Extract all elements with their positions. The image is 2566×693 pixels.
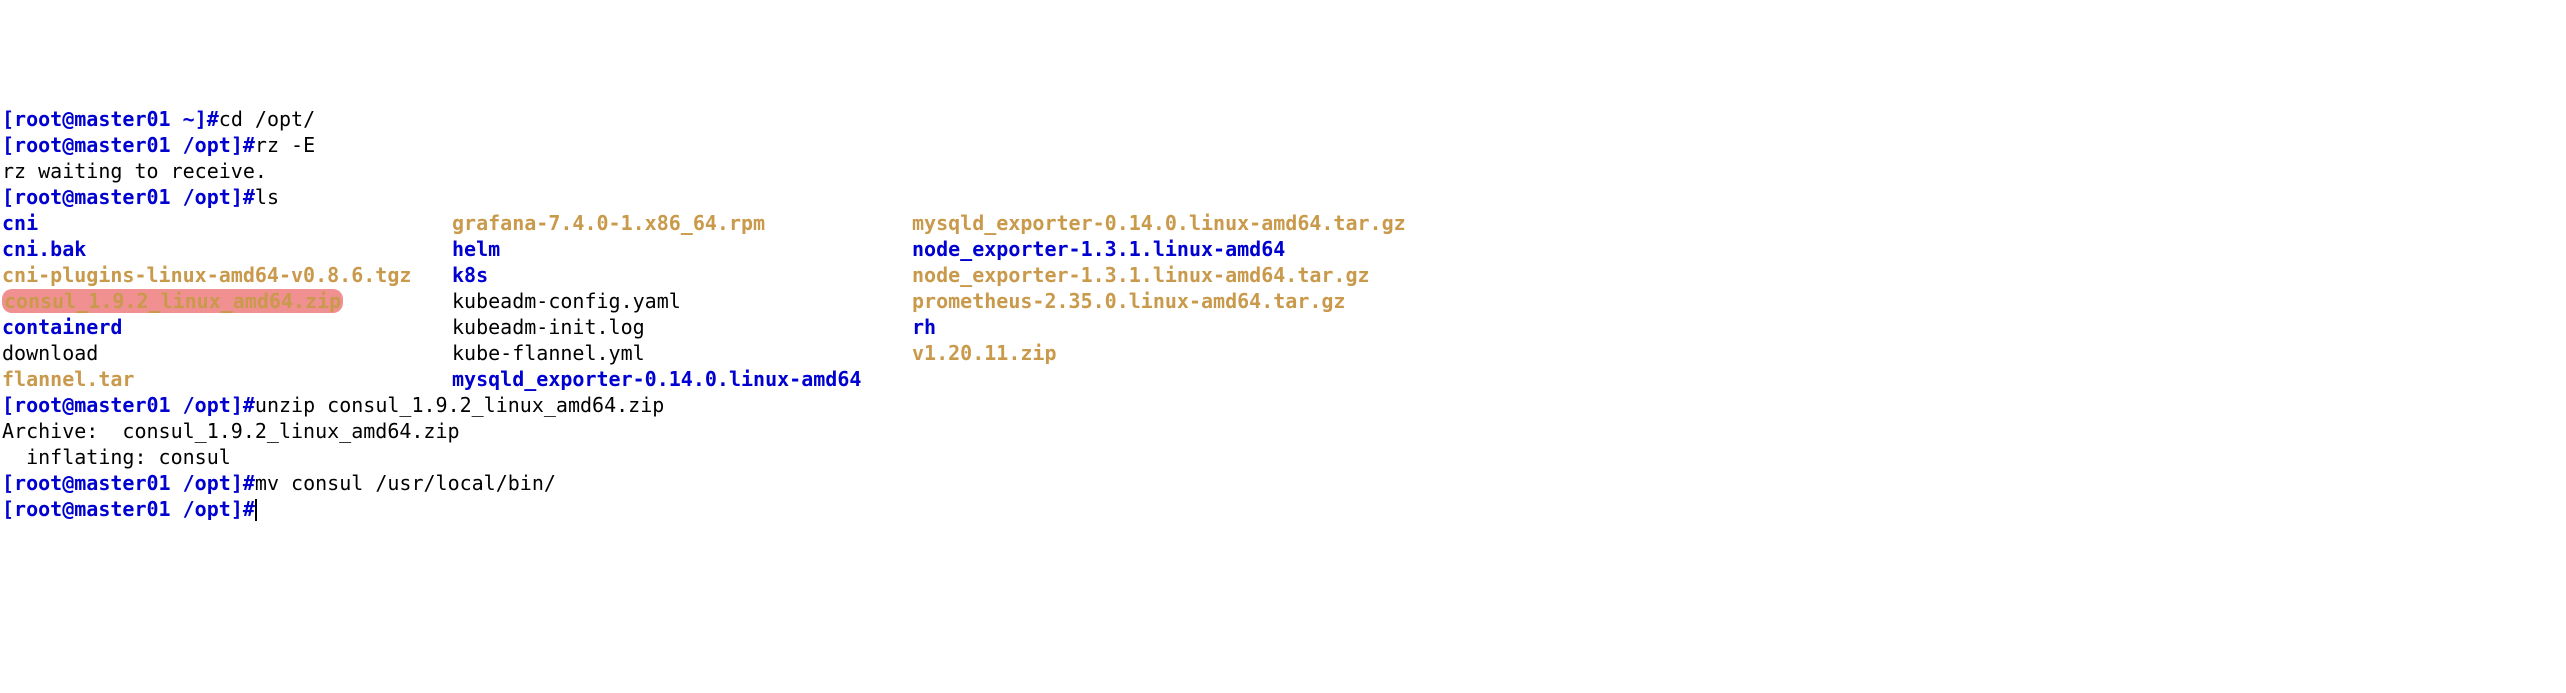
rz-waiting: rz waiting to receive.	[2, 158, 2564, 184]
cmd-line-6: [root@master01 /opt]#	[2, 496, 2564, 522]
cmd-line-1: [root@master01 ~]#cd /opt/	[2, 106, 2564, 132]
list-item: flannel.tar	[2, 366, 452, 392]
list-item: kubeadm-config.yaml	[452, 288, 912, 314]
list-item: containerd	[2, 314, 452, 340]
cmd-line-3: [root@master01 /opt]#ls	[2, 184, 2564, 210]
list-item: kubeadm-init.log	[452, 314, 912, 340]
list-item: node_exporter-1.3.1.linux-amd64	[912, 236, 1406, 262]
archive-line: Archive: consul_1.9.2_linux_amd64.zip	[2, 418, 2564, 444]
cursor-icon	[255, 499, 257, 521]
ls-col-3: mysqld_exporter-0.14.0.linux-amd64.tar.g…	[912, 210, 1406, 366]
list-item: kube-flannel.yml	[452, 340, 912, 366]
ls-col-1: cnicni.bakcni-plugins-linux-amd64-v0.8.6…	[2, 210, 452, 392]
list-item: v1.20.11.zip	[912, 340, 1406, 366]
list-item: k8s	[452, 262, 912, 288]
ls-output: cnicni.bakcni-plugins-linux-amd64-v0.8.6…	[2, 210, 2564, 392]
list-item: download	[2, 340, 452, 366]
list-item: prometheus-2.35.0.linux-amd64.tar.gz	[912, 288, 1406, 314]
cmd-line-5: [root@master01 /opt]#mv consul /usr/loca…	[2, 470, 2564, 496]
terminal-output[interactable]: [root@master01 ~]#cd /opt/[root@master01…	[2, 106, 2564, 522]
cmd-line-4: [root@master01 /opt]#unzip consul_1.9.2_…	[2, 392, 2564, 418]
inflating-line: inflating: consul	[2, 444, 2564, 470]
list-item: helm	[452, 236, 912, 262]
list-item: grafana-7.4.0-1.x86_64.rpm	[452, 210, 912, 236]
list-item: mysqld_exporter-0.14.0.linux-amd64.tar.g…	[912, 210, 1406, 236]
list-item: node_exporter-1.3.1.linux-amd64.tar.gz	[912, 262, 1406, 288]
list-item: cni-plugins-linux-amd64-v0.8.6.tgz	[2, 262, 452, 288]
list-item: consul_1.9.2_linux_amd64.zip	[2, 288, 452, 314]
list-item: mysqld_exporter-0.14.0.linux-amd64	[452, 366, 912, 392]
cmd-line-2: [root@master01 /opt]#rz -E	[2, 132, 2564, 158]
list-item: cni.bak	[2, 236, 452, 262]
ls-col-2: grafana-7.4.0-1.x86_64.rpmhelmk8skubeadm…	[452, 210, 912, 392]
list-item: cni	[2, 210, 452, 236]
list-item: rh	[912, 314, 1406, 340]
